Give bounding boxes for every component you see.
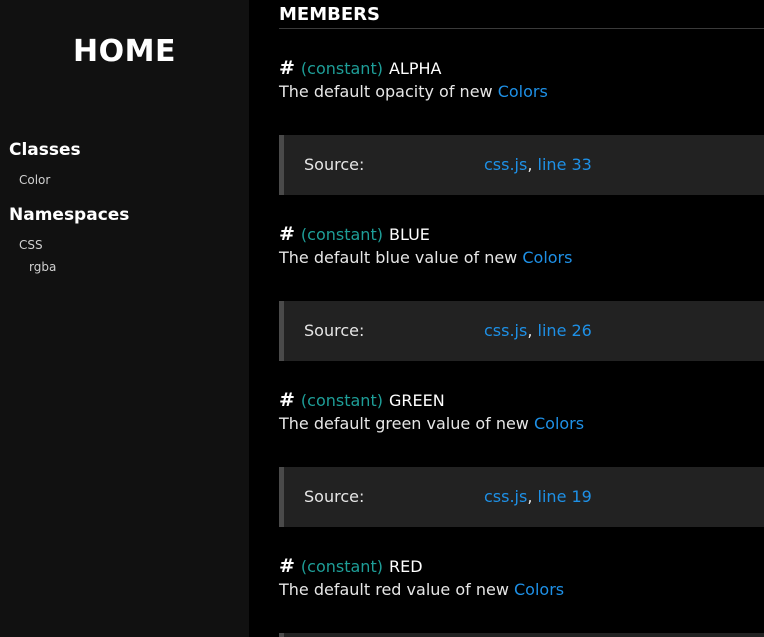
source-line-link[interactable]: line 19 — [538, 487, 592, 506]
member-attribute: (constant) — [300, 58, 383, 78]
source-value: css.js, line 19 — [484, 487, 592, 506]
member-attribute: (constant) — [300, 390, 383, 410]
member-description: The default blue value of new Colors — [279, 248, 764, 267]
description-text: The default red value of new — [279, 580, 509, 599]
source-box-green: Source: css.js, line 19 — [279, 467, 764, 527]
members-divider — [279, 28, 764, 29]
source-separator: , — [527, 155, 533, 174]
source-file-link[interactable]: css.js — [484, 321, 527, 340]
sidebar: HOME Classes Color Namespaces CSS rgba — [0, 0, 249, 637]
member-signature: # (constant) BLUE — [279, 222, 764, 246]
member-blue: # (constant) BLUE The default blue value… — [279, 222, 764, 267]
source-separator: , — [527, 487, 533, 506]
nav-link-rgba[interactable]: rgba — [29, 260, 56, 274]
source-value: css.js, line 33 — [484, 155, 592, 174]
nav-link-color[interactable]: Color — [19, 173, 50, 187]
source-box-alpha: Source: css.js, line 33 — [279, 135, 764, 195]
main-content: MEMBERS # (constant) ALPHA The default o… — [249, 0, 764, 637]
members-heading: MEMBERS — [279, 4, 380, 25]
member-signature: # (constant) GREEN — [279, 388, 764, 412]
member-description: The default green value of new Colors — [279, 414, 764, 433]
member-name: RED — [388, 556, 423, 576]
source-file-link[interactable]: css.js — [484, 487, 527, 506]
member-name: ALPHA — [388, 58, 442, 78]
description-text: The default blue value of new — [279, 248, 518, 267]
colors-link[interactable]: Colors — [534, 414, 584, 433]
colors-link[interactable]: Colors — [498, 82, 548, 101]
anchor-hash[interactable]: # — [279, 555, 295, 577]
member-signature: # (constant) ALPHA — [279, 56, 764, 80]
source-label: Source: — [304, 321, 365, 340]
member-description: The default red value of new Colors — [279, 580, 764, 599]
member-description: The default opacity of new Colors — [279, 82, 764, 101]
source-line-link[interactable]: line 26 — [538, 321, 592, 340]
member-attribute: (constant) — [300, 556, 383, 576]
member-name: GREEN — [388, 390, 445, 410]
colors-link[interactable]: Colors — [514, 580, 564, 599]
colors-link[interactable]: Colors — [522, 248, 572, 267]
source-label: Source: — [304, 155, 365, 174]
description-text: The default opacity of new — [279, 82, 493, 101]
classes-heading: Classes — [9, 140, 81, 160]
home-link[interactable]: HOME — [0, 34, 249, 69]
source-value: css.js, line 26 — [484, 321, 592, 340]
member-signature: # (constant) RED — [279, 554, 764, 578]
anchor-hash[interactable]: # — [279, 389, 295, 411]
member-alpha: # (constant) ALPHA The default opacity o… — [279, 56, 764, 101]
source-line-link[interactable]: line 33 — [538, 155, 592, 174]
source-box-red-partial — [279, 633, 764, 637]
member-red: # (constant) RED The default red value o… — [279, 554, 764, 599]
namespaces-heading: Namespaces — [9, 205, 130, 225]
anchor-hash[interactable]: # — [279, 223, 295, 245]
source-label: Source: — [304, 487, 365, 506]
description-text: The default green value of new — [279, 414, 529, 433]
source-separator: , — [527, 321, 533, 340]
anchor-hash[interactable]: # — [279, 57, 295, 79]
nav-link-css[interactable]: CSS — [19, 238, 43, 252]
member-green: # (constant) GREEN The default green val… — [279, 388, 764, 433]
source-file-link[interactable]: css.js — [484, 155, 527, 174]
member-attribute: (constant) — [300, 224, 383, 244]
source-box-blue: Source: css.js, line 26 — [279, 301, 764, 361]
member-name: BLUE — [388, 224, 430, 244]
